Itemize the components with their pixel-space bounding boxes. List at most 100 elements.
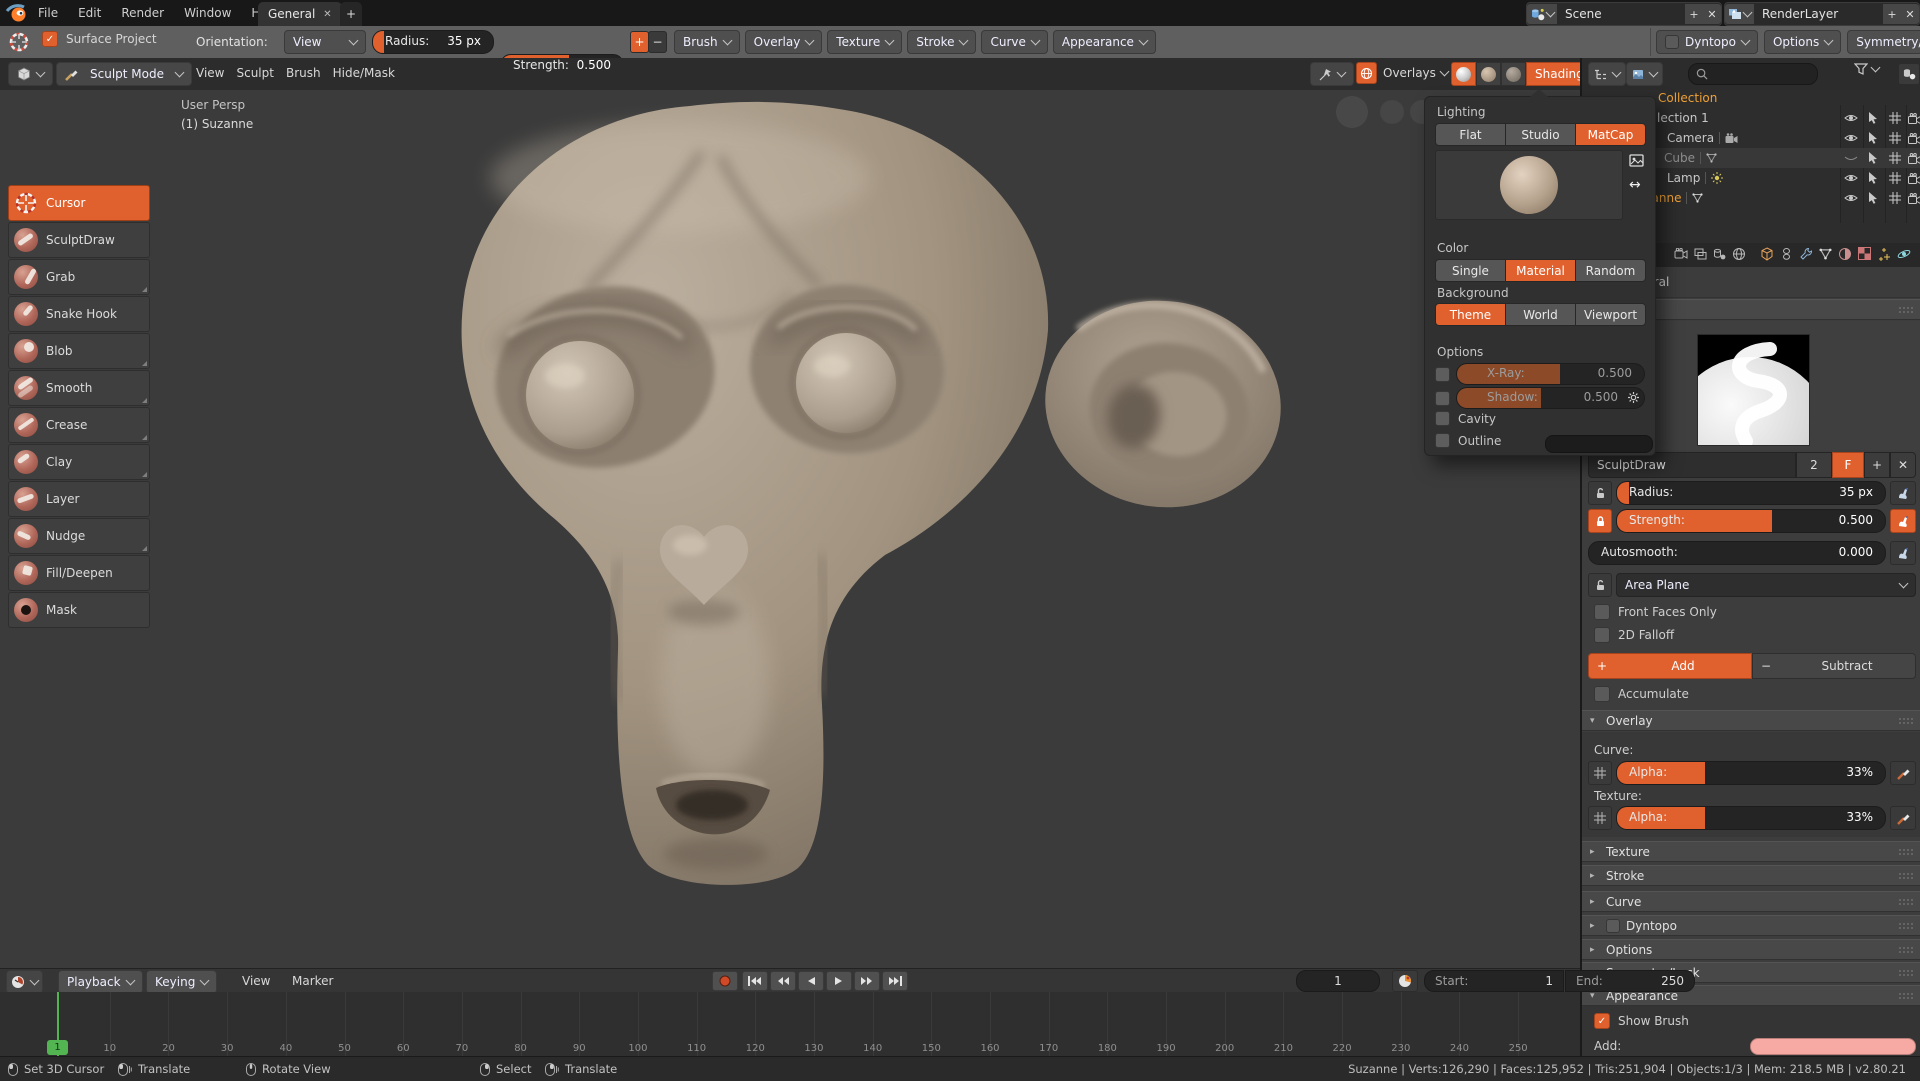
dyntopo-panel-header[interactable]: ▸Dyntopo (1582, 915, 1920, 936)
shading-rendered-button[interactable] (1501, 62, 1526, 86)
tab-world[interactable] (1732, 247, 1746, 264)
symmetry-popover[interactable]: Symmetry/Lock (1847, 30, 1920, 54)
scene-name[interactable]: Scene (1557, 7, 1685, 21)
matcap-screenshot-button[interactable] (1629, 153, 1645, 171)
menu-render[interactable]: Render (111, 0, 174, 26)
hide-icon[interactable] (1844, 173, 1858, 183)
scene-selector[interactable]: Scene + ✕ (1526, 2, 1722, 26)
lock-icon[interactable] (1588, 509, 1612, 533)
brush-overlay-icon[interactable] (1890, 806, 1916, 830)
sculpt-plane-dropdown[interactable]: Area Plane (1616, 573, 1916, 597)
keying-dropdown[interactable]: Keying (146, 970, 217, 994)
panel-grip[interactable] (1898, 872, 1914, 879)
selectable-icon[interactable] (1868, 172, 1878, 184)
menu-hide-mask[interactable]: Hide/Mask (327, 62, 401, 84)
menu-brush[interactable]: Brush (280, 62, 327, 84)
panel-grip[interactable] (1898, 969, 1914, 976)
new-scene-button[interactable]: + (1685, 4, 1703, 24)
add-color-swatch[interactable] (1750, 1038, 1916, 1055)
options-popover[interactable]: Options (1764, 30, 1841, 54)
delete-render-layer-button[interactable]: ✕ (1901, 4, 1919, 24)
overlays-toggle[interactable] (1356, 62, 1377, 84)
editor-type-button[interactable] (8, 62, 53, 86)
background-theme-button[interactable]: Theme (1436, 304, 1505, 325)
workspace-tab-general[interactable]: General ✕ (258, 2, 342, 26)
falloff-2d-row[interactable]: 2D Falloff (1594, 627, 1674, 643)
frame-end-field[interactable]: End:250 (1565, 970, 1695, 992)
radius-slider[interactable]: Radius: 35 px (1616, 481, 1886, 505)
render-layer-name[interactable]: RenderLayer (1754, 7, 1883, 21)
play-button[interactable] (826, 971, 852, 991)
color-random-button[interactable]: Random (1576, 260, 1645, 281)
fake-user-button[interactable]: F (1832, 452, 1864, 478)
tool-clay[interactable]: Clay (8, 444, 150, 480)
brush-overlay-icon[interactable] (1890, 761, 1916, 785)
dyntopo-popover[interactable]: Dyntopo (1656, 30, 1758, 54)
strength-slider[interactable]: Strength: 0.500 (1616, 509, 1886, 533)
panel-grip[interactable] (1898, 848, 1914, 855)
jump-to-end-button[interactable] (882, 971, 908, 991)
play-reverse-button[interactable] (798, 971, 824, 991)
panel-grip[interactable] (1898, 922, 1914, 929)
render-disable-icon[interactable] (1908, 133, 1920, 144)
tool-layer[interactable]: Layer (8, 481, 150, 517)
background-viewport-button[interactable]: Viewport (1576, 304, 1645, 325)
matcap-flip-button[interactable]: ↔ (1629, 177, 1641, 193)
outline-color-swatch[interactable] (1545, 435, 1653, 453)
tool-mask[interactable]: Mask (8, 592, 150, 628)
pressure-icon[interactable] (1890, 481, 1916, 505)
selectable-icon[interactable] (1868, 132, 1878, 144)
accumulate-row[interactable]: Accumulate (1594, 686, 1689, 702)
tab-render[interactable] (1674, 248, 1688, 262)
mode-dropdown[interactable]: Sculpt Mode (56, 62, 192, 86)
timeline-menu-view[interactable]: View (236, 970, 276, 992)
viewport-disable-icon[interactable] (1889, 172, 1901, 184)
surface-project-checkbox[interactable]: ✓ (42, 31, 58, 47)
tab-constraints[interactable] (1780, 247, 1793, 264)
viewport-disable-icon[interactable] (1889, 132, 1901, 144)
panel-grip[interactable] (1898, 992, 1914, 999)
brush-add-toggle[interactable]: + (630, 31, 649, 53)
render-disable-icon[interactable] (1908, 113, 1920, 124)
add-workspace-button[interactable]: + (340, 2, 362, 26)
timeline-menu-marker[interactable]: Marker (286, 970, 339, 992)
record-button[interactable] (712, 971, 738, 991)
stroke-panel-header[interactable]: ▸Stroke (1582, 865, 1920, 886)
show-brush-row[interactable]: ✓ Show Brush (1594, 1013, 1689, 1029)
tab-particles[interactable] (1877, 247, 1891, 264)
gear-icon[interactable] (1627, 391, 1640, 407)
accumulate-checkbox[interactable] (1594, 686, 1610, 702)
render-disable-icon[interactable] (1908, 193, 1920, 204)
delete-scene-button[interactable]: ✕ (1703, 4, 1721, 24)
render-disable-icon[interactable] (1908, 173, 1920, 184)
outliner-filter-dropdown[interactable] (1854, 63, 1879, 75)
panel-grip[interactable] (1898, 898, 1914, 905)
color-material-button[interactable]: Material (1506, 260, 1575, 281)
cavity-row[interactable]: Cavity (1435, 411, 1496, 426)
curve-alpha-slider[interactable]: Alpha: 33% (1616, 761, 1886, 785)
shading-solid-button[interactable] (1451, 62, 1476, 86)
frame-start-field[interactable]: Start:1 (1424, 970, 1564, 992)
tool-smooth[interactable]: Smooth (8, 370, 150, 406)
viewport-3d[interactable]: User Persp (1) Suzanne Cursor SculptDraw… (0, 90, 1580, 968)
add-brush-button[interactable]: + (1864, 452, 1890, 478)
timeline-editor-type-button[interactable] (6, 970, 43, 994)
grid-toggle-icon[interactable] (1588, 761, 1612, 785)
autosmooth-slider[interactable]: Autosmooth: 0.000 (1588, 541, 1886, 565)
tool-grab[interactable]: Grab (8, 259, 150, 295)
auto-keying-button[interactable] (1392, 970, 1418, 992)
front-faces-checkbox[interactable] (1594, 604, 1610, 620)
outliner-editor-type-button[interactable] (1588, 62, 1626, 86)
tab-material[interactable] (1838, 247, 1852, 264)
lighting-studio-button[interactable]: Studio (1506, 124, 1575, 145)
playback-dropdown[interactable]: Playback (58, 970, 143, 994)
tab-object[interactable] (1760, 247, 1774, 264)
hide-icon-closed[interactable] (1844, 153, 1858, 163)
unlock-icon[interactable] (1588, 573, 1612, 597)
light-data-icon[interactable] (1711, 172, 1723, 184)
radius-slider[interactable]: Radius: 35 px (372, 30, 494, 54)
browse-render-layer-button[interactable] (1725, 4, 1754, 24)
new-render-layer-button[interactable]: + (1883, 4, 1901, 24)
panel-grip[interactable] (1898, 306, 1914, 313)
prev-keyframe-button[interactable] (770, 971, 796, 991)
